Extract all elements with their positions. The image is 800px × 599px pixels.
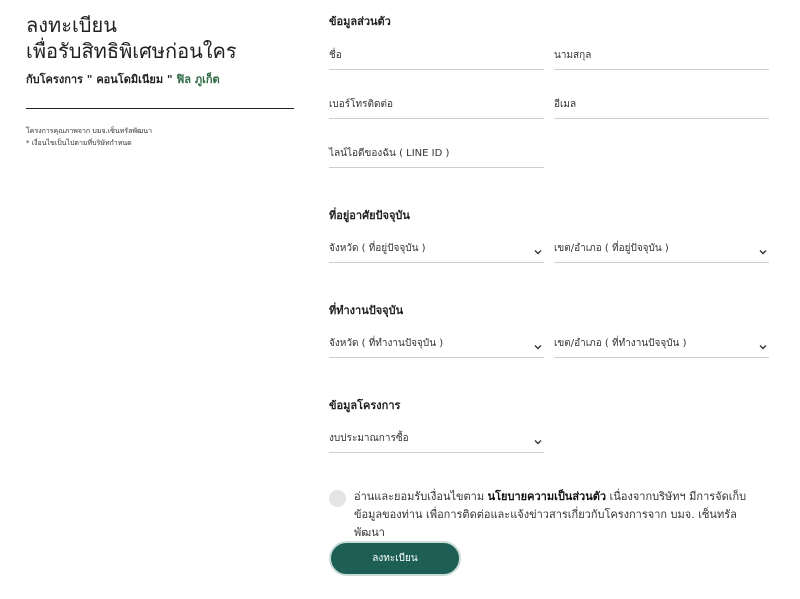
page-title-line1: ลงทะเบียน	[26, 13, 117, 37]
privacy-policy-link[interactable]: นโยบายความเป็นส่วนตัว	[488, 490, 606, 503]
work-district-label: เขต/อำเภอ ( ที่ทำงานปัจจุบัน )	[554, 338, 687, 349]
budget-select[interactable]: งบประมาณการซื้อ	[329, 429, 544, 453]
section-workplace-title: ที่ทำงานปัจจุบัน	[329, 304, 404, 317]
consent-radio[interactable]	[329, 490, 346, 507]
intro-panel: ลงทะเบียน เพื่อรับสิทธิพิเศษก่อนใคร กับโ…	[26, 12, 294, 149]
section-personal-title: ข้อมูลส่วนตัว	[329, 15, 391, 28]
note-line-2: * เงื่อนไขเป็นไปตามที่บริษัทกำหนด	[26, 139, 132, 147]
first-name-field[interactable]: ชื่อ	[329, 46, 544, 70]
intro-notes: โครงการคุณภาพจาก บมจ.เซ็นทรัลพัฒนา * เงื…	[26, 125, 294, 149]
project-prefix: กับโครงการ " คอนโดมิเนียม "	[26, 73, 177, 86]
budget-label: งบประมาณการซื้อ	[329, 433, 409, 444]
intro-divider	[26, 108, 294, 109]
home-province-select[interactable]: จังหวัด ( ที่อยู่ปัจจุบัน )	[329, 239, 544, 263]
page-title-line2: เพื่อรับสิทธิพิเศษก่อนใคร	[26, 39, 237, 63]
work-district-select[interactable]: เขต/อำเภอ ( ที่ทำงานปัจจุบัน )	[554, 334, 769, 358]
email-label: อีเมล	[554, 99, 577, 110]
consent-part1: อ่านและยอมรับเงื่อนไขตาม	[354, 490, 488, 503]
home-district-select[interactable]: เขต/อำเภอ ( ที่อยู่ปัจจุบัน )	[554, 239, 769, 263]
line-id-label: ไลน์ไอดีของฉัน ( LINE ID )	[329, 148, 450, 159]
phone-field[interactable]: เบอร์โทรติดต่อ	[329, 95, 544, 119]
note-line-1: โครงการคุณภาพจาก บมจ.เซ็นทรัลพัฒนา	[26, 127, 153, 135]
chevron-down-icon	[534, 248, 542, 256]
chevron-down-icon	[759, 343, 767, 351]
register-button[interactable]: ลงทะเบียน	[329, 541, 461, 576]
section-project-title: ข้อมูลโครงการ	[329, 399, 401, 412]
chevron-down-icon	[759, 248, 767, 256]
first-name-label: ชื่อ	[329, 50, 342, 61]
chevron-down-icon	[534, 438, 542, 446]
email-field[interactable]: อีเมล	[554, 95, 769, 119]
last-name-field[interactable]: นามสกุล	[554, 46, 769, 70]
chevron-down-icon	[534, 343, 542, 351]
consent-text: อ่านและยอมรับเงื่อนไขตาม นโยบายความเป็นส…	[354, 488, 764, 542]
home-district-label: เขต/อำเภอ ( ที่อยู่ปัจจุบัน )	[554, 243, 669, 254]
project-name: กับโครงการ " คอนโดมิเนียม " ฟิล ภูเก็ต	[26, 70, 294, 88]
last-name-label: นามสกุล	[554, 50, 592, 61]
project-brand: ฟิล ภูเก็ต	[176, 73, 220, 86]
work-province-label: จังหวัด ( ที่ทำงานปัจจุบัน )	[329, 338, 444, 349]
phone-label: เบอร์โทรติดต่อ	[329, 99, 393, 110]
section-residence-title: ที่อยู่อาศัยปัจจุบัน	[329, 209, 410, 222]
home-province-label: จังหวัด ( ที่อยู่ปัจจุบัน )	[329, 243, 426, 254]
line-id-field[interactable]: ไลน์ไอดีของฉัน ( LINE ID )	[329, 144, 544, 168]
work-province-select[interactable]: จังหวัด ( ที่ทำงานปัจจุบัน )	[329, 334, 544, 358]
